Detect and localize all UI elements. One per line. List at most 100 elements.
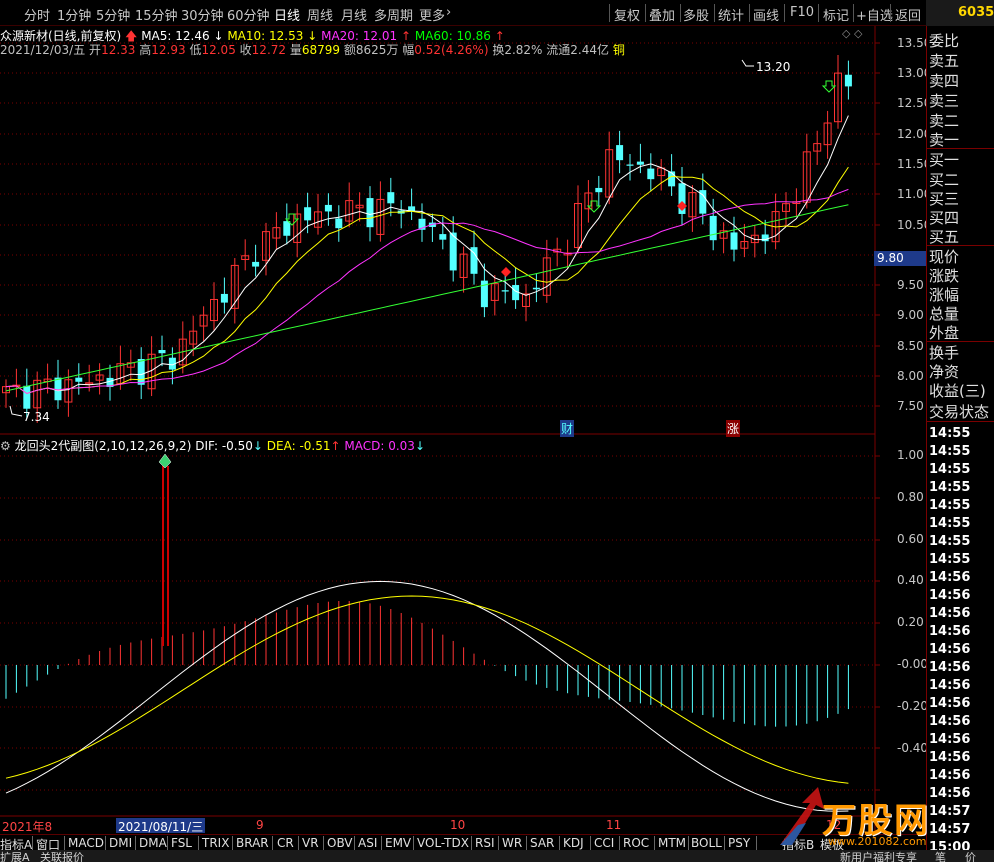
price-label: 价	[965, 851, 976, 862]
gear-icon[interactable]: ⚙	[0, 439, 11, 453]
dea-value: DEA: -0.51	[266, 439, 331, 453]
tab-roc[interactable]: ROC	[623, 836, 649, 850]
trade-time: 14:56	[929, 768, 971, 783]
tab-60min[interactable]: 60分钟	[227, 5, 270, 24]
tab-trix[interactable]: TRIX	[202, 836, 229, 850]
trade-count-label: 笔	[935, 851, 946, 862]
tab-multi-period[interactable]: 多周期	[374, 5, 413, 24]
tab-sar[interactable]: SAR	[530, 836, 554, 850]
high-marker-line	[741, 59, 754, 67]
quote-label: 交易状态	[929, 403, 990, 421]
sub-chart-title[interactable]: 龙回头2代副图(2,10,12,26,9,2)	[15, 439, 192, 453]
trade-time: 14:56	[929, 588, 971, 603]
more-chevron-icon[interactable]: ›	[446, 5, 451, 20]
amount-value: 8625万	[355, 43, 399, 57]
low-label: 低	[189, 43, 202, 57]
tab-monthly[interactable]: 月线	[341, 5, 367, 24]
draw-line-button[interactable]: 画线	[753, 5, 779, 24]
tab-intraday[interactable]: 分时	[24, 5, 50, 24]
x-axis-label: 10	[450, 818, 466, 832]
trade-time: 14:55	[929, 480, 971, 495]
macd-value: MACD: 0.03	[344, 439, 415, 453]
ohlc-info-line: 2021/12/03/五 开12.33 高12.93 低12.05 收12.72…	[0, 41, 625, 58]
volume-label: 量	[289, 43, 302, 57]
quote-label: 卖一	[929, 131, 960, 149]
tab-rsi[interactable]: RSI	[475, 836, 495, 850]
tab-5min[interactable]: 5分钟	[96, 5, 130, 24]
extension-a-tab[interactable]: 扩展A	[0, 850, 30, 862]
quote-label: 卖二	[929, 112, 960, 130]
candle-body	[761, 234, 769, 242]
tab-psy[interactable]: PSY	[728, 836, 750, 850]
tab-vr[interactable]: VR	[302, 836, 319, 850]
tab-weekly[interactable]: 周线	[307, 5, 333, 24]
f10-button[interactable]: F10	[790, 5, 814, 20]
tab-15min[interactable]: 15分钟	[135, 5, 178, 24]
multi-stock-button[interactable]: 多股	[683, 5, 709, 24]
y-tick: 0.80	[897, 490, 924, 504]
back-button[interactable]: 返回	[895, 5, 921, 24]
float-value: 流通2.44亿	[546, 43, 610, 57]
candle-body	[387, 192, 395, 204]
tab-dmi[interactable]: DMI	[109, 836, 132, 850]
tab-more[interactable]: 更多	[419, 5, 445, 24]
tab-dma[interactable]: DMA	[139, 836, 167, 850]
tab-obv[interactable]: OBV	[327, 836, 353, 850]
quote-label: 委比	[929, 32, 960, 50]
statistics-button[interactable]: 统计	[718, 5, 744, 24]
quote-label: 卖五	[929, 52, 960, 70]
candle-body	[439, 234, 447, 240]
quote-panel: 委比 卖五 卖四 卖三 卖二 卖一 买一 买二 买三 买四 买五 现价 涨跌 涨…	[926, 26, 994, 862]
finance-event-badge[interactable]: 财	[560, 420, 575, 437]
volume-value: 68799	[301, 43, 341, 57]
adjust-button[interactable]: 复权	[614, 5, 640, 24]
tab-cci[interactable]: CCI	[594, 836, 614, 850]
trade-time: 14:55	[929, 534, 971, 549]
overlay-button[interactable]: 叠加	[649, 5, 675, 24]
high-price-marker: 13.20	[756, 60, 791, 74]
quote-label: 现价	[929, 248, 960, 266]
tab-daily[interactable]: 日线	[274, 5, 300, 24]
tab-cr[interactable]: CR	[277, 836, 294, 850]
ma10-line	[5, 166, 849, 395]
candle-body	[730, 232, 738, 250]
sub-info-line: ⚙ 龙回头2代副图(2,10,12,26,9,2) DIF: -0.50↓ DE…	[0, 437, 425, 454]
change-label: 幅	[402, 43, 415, 57]
quote-label: 换手	[929, 344, 960, 362]
diamond-icon[interactable]: ◇ ◇	[842, 27, 862, 40]
x-axis-label: 2021年8	[2, 820, 53, 834]
tab-kdj[interactable]: KDJ	[563, 836, 584, 850]
trade-time: 14:56	[929, 624, 971, 639]
tab-fsl[interactable]: FSL	[171, 836, 192, 850]
candle-body	[75, 377, 83, 382]
period-toolbar: 分时 1分钟 5分钟 15分钟 30分钟 60分钟 日线 周线 月线 多周期 更…	[0, 0, 926, 26]
tab-mtm[interactable]: MTM	[658, 836, 686, 850]
candle-body	[220, 293, 228, 303]
tab-macd[interactable]: MACD	[68, 836, 104, 850]
tab-1min[interactable]: 1分钟	[57, 5, 91, 24]
tab-vol-tdx[interactable]: VOL-TDX	[417, 836, 469, 850]
quote-label: 涨幅	[929, 286, 960, 304]
tab-emv[interactable]: EMV	[385, 836, 411, 850]
linked-quote-tab[interactable]: 关联报价	[40, 850, 84, 862]
limit-up-event-badge[interactable]: 涨	[726, 420, 741, 437]
candle-body	[324, 204, 332, 212]
tab-brar[interactable]: BRAR	[236, 836, 269, 850]
sell-arrow-icon	[821, 80, 837, 93]
buy-diamond-icon	[501, 267, 511, 277]
kline-chart[interactable]	[0, 26, 926, 834]
tab-wr[interactable]: WR	[502, 836, 522, 850]
tab-boll[interactable]: BOLL	[691, 836, 722, 850]
amount-label: 额	[343, 43, 356, 57]
y-tick: 1.00	[897, 448, 924, 462]
tab-asi[interactable]: ASI	[358, 836, 377, 850]
quote-label: 买四	[929, 209, 960, 227]
quote-label: 收益(三)	[929, 382, 986, 400]
mark-button[interactable]: 标记	[823, 5, 849, 24]
tab-30min[interactable]: 30分钟	[181, 5, 224, 24]
dif-value: DIF: -0.50	[195, 439, 253, 453]
add-watchlist-button[interactable]: +自选	[856, 5, 893, 24]
sector-label[interactable]: 铜	[613, 43, 625, 57]
promo-banner[interactable]: 新用户福利专享	[840, 850, 917, 862]
trade-time: 14:56	[929, 750, 971, 765]
